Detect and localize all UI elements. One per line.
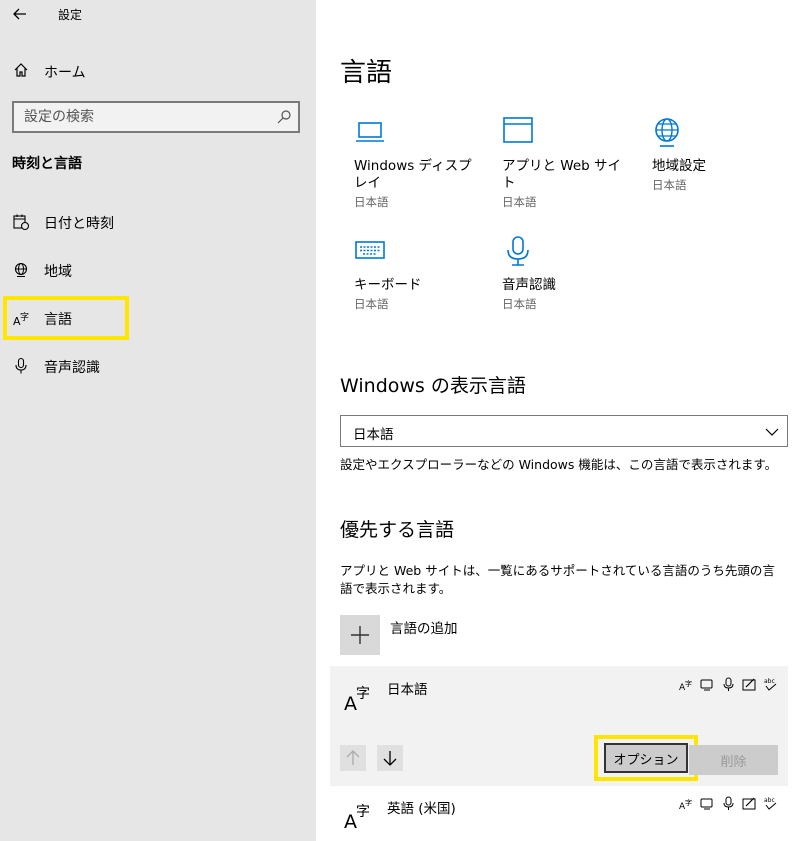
sidebar-item-date-time[interactable]: 日付と時刻 <box>0 202 316 242</box>
language-name: 英語 (米国) <box>387 801 456 817</box>
main-content: 言語 Windows ディスプレイ 日本語 アプリと Web サイト 日本語 地… <box>316 0 796 841</box>
speech-feature-icon <box>700 796 715 811</box>
add-language-label: 言語の追加 <box>390 621 458 637</box>
sidebar-item-home[interactable]: ホーム <box>0 56 316 84</box>
chevron-down-icon <box>765 428 779 436</box>
tile-sub: 日本語 <box>354 195 389 209</box>
remove-button[interactable]: 削除 <box>689 745 778 775</box>
tile-speech[interactable]: 音声認識 日本語 <box>502 235 632 312</box>
home-icon <box>14 63 28 77</box>
feature-icons: A字 abc <box>679 796 778 812</box>
sidebar-item-label: 音声認識 <box>44 360 100 376</box>
tile-name: 音声認識 <box>502 277 556 293</box>
language-icon: A 字 <box>344 804 370 830</box>
feature-icons: A字 abc <box>679 677 778 693</box>
microphone-feature-icon <box>721 796 736 811</box>
globe-settings-icon <box>655 118 679 147</box>
microphone-feature-icon <box>721 677 736 692</box>
highlight-box <box>3 296 129 340</box>
handwriting-feature-icon <box>742 677 757 692</box>
preferred-languages-description: アプリと Web サイトは、一覧にあるサポートされている言語のうち先頭の言語で表… <box>340 563 775 596</box>
back-arrow-icon <box>13 8 26 20</box>
options-button[interactable]: オプション <box>604 743 688 773</box>
display-language-dropdown[interactable]: 日本語 <box>340 415 788 447</box>
svg-text:abc: abc <box>764 678 775 685</box>
move-down-button[interactable] <box>377 745 403 771</box>
move-up-button[interactable] <box>340 745 366 771</box>
add-icon-box <box>340 615 380 655</box>
browser-window-icon <box>503 117 533 143</box>
sidebar-item-label: 日付と時刻 <box>44 216 114 232</box>
spelling-feature-icon: abc <box>763 796 778 811</box>
svg-text:字: 字 <box>685 798 692 807</box>
display-language-feature-icon: A字 <box>679 796 694 812</box>
tile-sub: 日本語 <box>354 297 389 311</box>
dropdown-value: 日本語 <box>353 427 394 443</box>
language-row-japanese[interactable]: A 字 日本語 A字 abc オプション 削除 <box>330 666 788 786</box>
svg-text:字: 字 <box>356 804 370 820</box>
app-title: 設定 <box>58 8 83 22</box>
tile-sub: 日本語 <box>502 297 537 311</box>
tile-sub: 日本語 <box>502 195 537 209</box>
tile-name: 地域設定 <box>652 158 706 174</box>
laptop-display-icon <box>356 122 384 142</box>
speech-feature-icon <box>700 677 715 692</box>
tile-apps-websites[interactable]: アプリと Web サイト 日本語 <box>502 116 632 210</box>
tile-windows-display[interactable]: Windows ディスプレイ 日本語 <box>354 116 484 210</box>
plus-icon <box>351 626 369 644</box>
sidebar-item-speech[interactable]: 音声認識 <box>0 346 316 386</box>
tile-name: キーボード <box>354 277 422 293</box>
microphone-icon <box>507 236 529 266</box>
handwriting-feature-icon <box>742 796 757 811</box>
back-button[interactable] <box>8 3 32 25</box>
tile-regional-settings[interactable]: 地域設定 日本語 <box>652 116 782 193</box>
display-language-feature-icon: A字 <box>679 677 694 693</box>
display-language-description: 設定やエクスプローラーなどの Windows 機能は、この言語で表示されます。 <box>340 457 778 472</box>
display-language-heading: Windows の表示言語 <box>340 375 526 397</box>
tile-name: アプリと Web サイト <box>502 158 622 191</box>
tile-keyboard[interactable]: キーボード 日本語 <box>354 235 484 312</box>
language-row-english[interactable]: A 字 英語 (米国) A字 abc <box>330 786 788 841</box>
arrow-up-icon <box>346 750 360 765</box>
language-name: 日本語 <box>387 682 428 698</box>
microphone-icon <box>15 357 27 374</box>
add-language-button[interactable]: 言語の追加 <box>340 615 540 655</box>
keyboard-icon <box>355 241 385 259</box>
search-box[interactable] <box>12 101 300 133</box>
page-title: 言語 <box>340 58 393 88</box>
search-icon[interactable] <box>276 109 292 125</box>
section-header: 時刻と言語 <box>12 156 82 172</box>
sidebar-item-label: ホーム <box>44 65 86 81</box>
search-input[interactable] <box>14 103 264 131</box>
sidebar: 設定 ホーム 時刻と言語 日付と時刻 地域 A 字 <box>0 0 316 841</box>
svg-text:字: 字 <box>356 686 370 702</box>
preferred-languages-heading: 優先する言語 <box>340 519 455 541</box>
tile-name: Windows ディスプレイ <box>354 158 472 191</box>
calendar-clock-icon <box>13 214 30 231</box>
svg-text:字: 字 <box>685 679 692 688</box>
sidebar-item-label: 地域 <box>44 264 72 280</box>
tile-sub: 日本語 <box>652 178 687 192</box>
title-bar: 設定 <box>0 0 316 28</box>
spelling-feature-icon: abc <box>763 677 778 692</box>
sidebar-item-region[interactable]: 地域 <box>0 250 316 290</box>
svg-text:abc: abc <box>764 797 775 804</box>
arrow-down-icon <box>383 751 397 766</box>
globe-region-icon <box>14 262 28 278</box>
language-icon: A 字 <box>344 686 370 712</box>
